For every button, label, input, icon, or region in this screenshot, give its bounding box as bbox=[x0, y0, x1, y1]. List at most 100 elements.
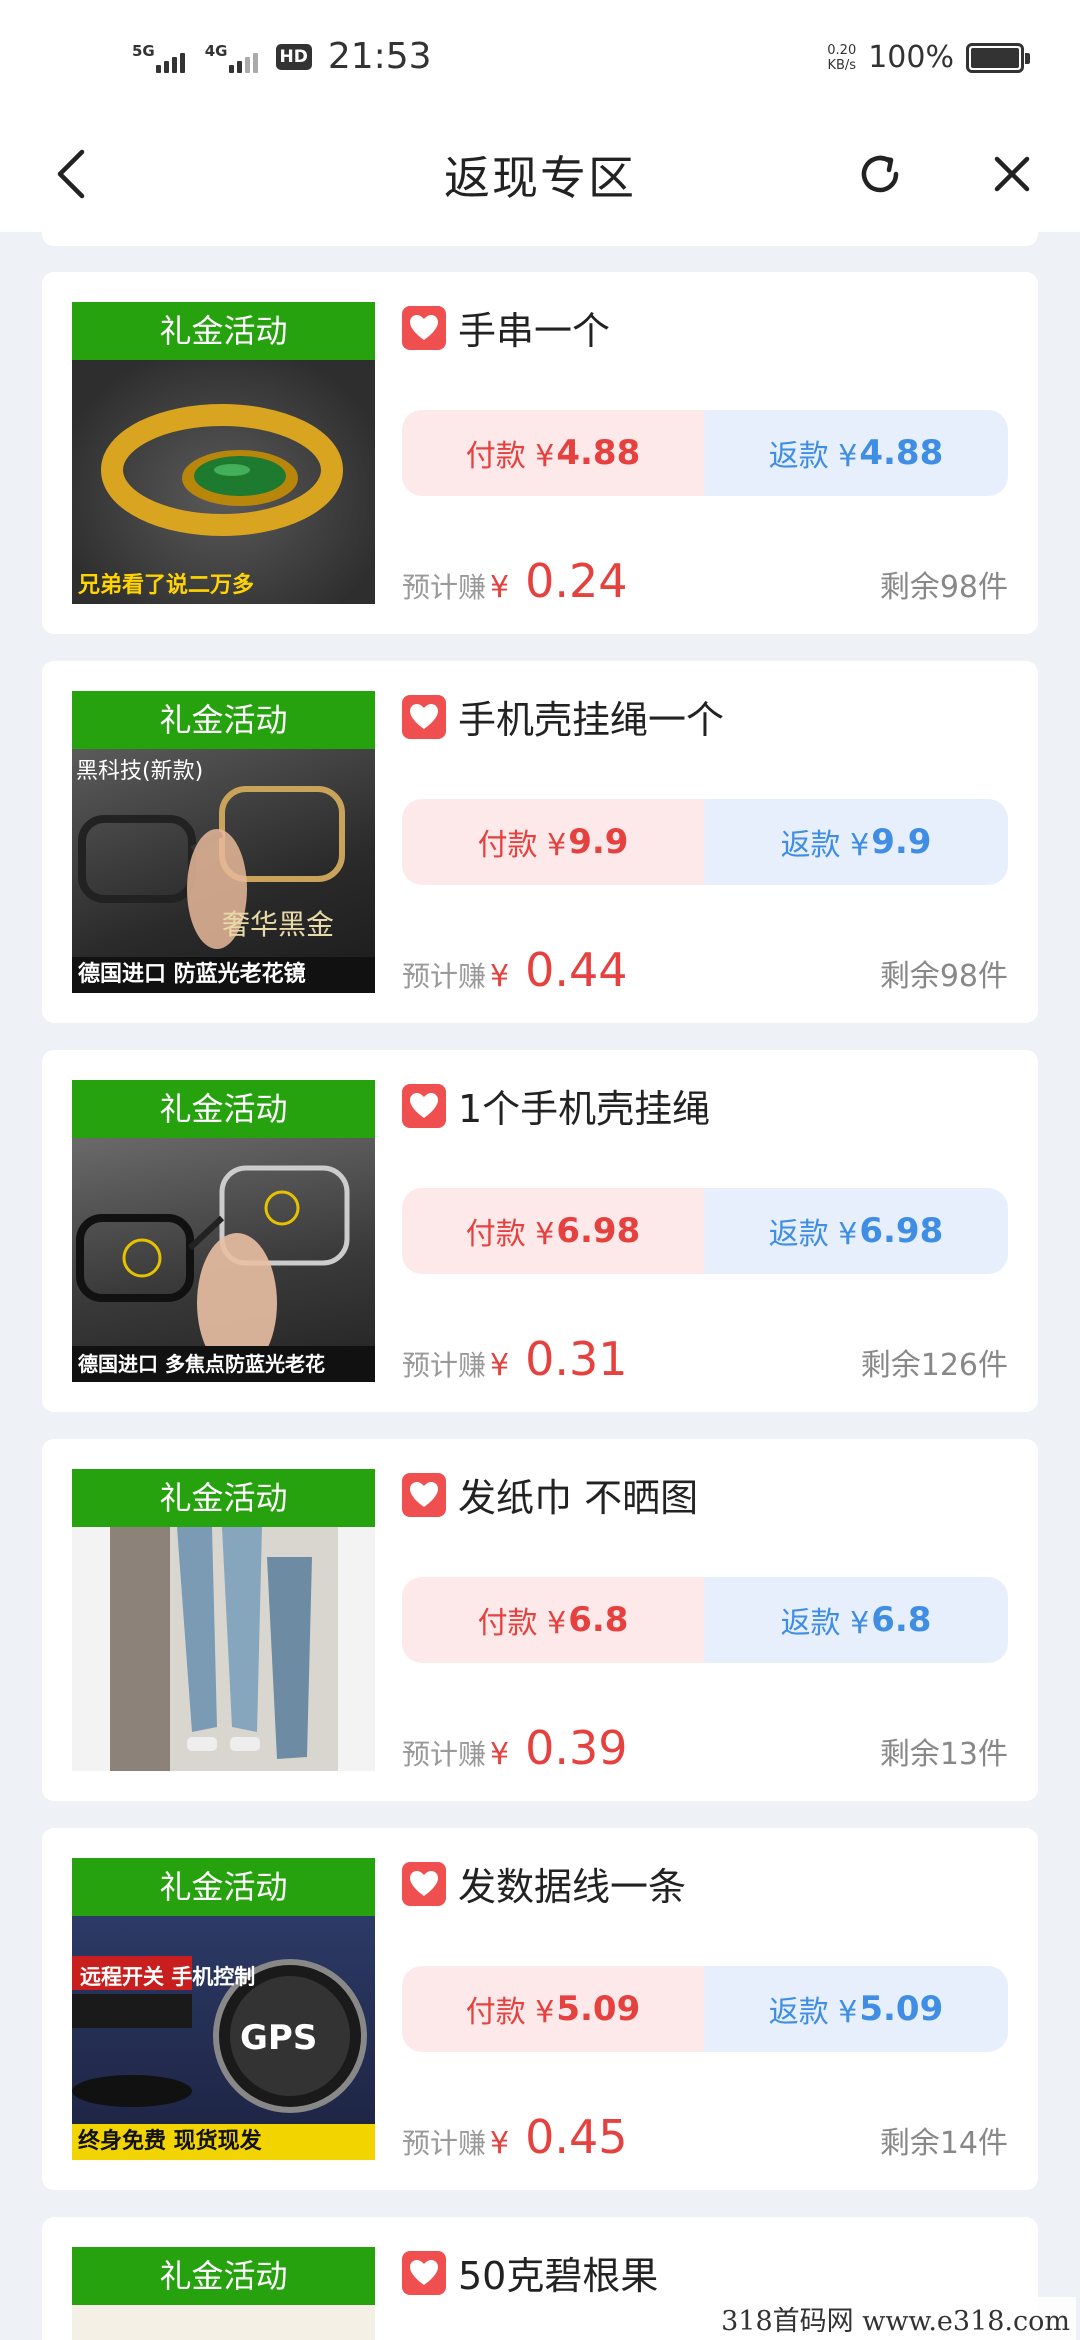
pay-value: 9.9 bbox=[568, 822, 629, 862]
image-caption-top: 黑科技(新款) bbox=[76, 759, 204, 784]
refund-amount: 返款 ¥5.09 bbox=[704, 1966, 1008, 2052]
refund-value: 6.8 bbox=[871, 1600, 932, 1640]
pay-amount: 付款 ¥6.8 bbox=[402, 1577, 704, 1663]
stock-label: 剩余 bbox=[860, 1348, 921, 1383]
product-title: 1个手机壳挂绳 bbox=[458, 1087, 711, 1131]
price-box: 付款 ¥9.9 返款 ¥9.9 bbox=[402, 799, 1008, 885]
earn-value: 0.39 bbox=[525, 1721, 628, 1775]
product-image: 奢华黑金 礼金活动 黑科技(新款) 德国进口 防蓝光老花镜 bbox=[72, 691, 375, 993]
stock-remaining: 剩余126件 bbox=[861, 1340, 1008, 1384]
heart-icon bbox=[402, 2251, 446, 2295]
close-button[interactable] bbox=[982, 144, 1042, 204]
product-image: 礼金活动 bbox=[72, 2247, 375, 2340]
image-caption: 德国进口 多焦点防蓝光老花 bbox=[72, 1346, 375, 1382]
promo-tag: 礼金活动 bbox=[72, 1080, 375, 1138]
price-box: 付款 ¥6.98 返款 ¥6.98 bbox=[402, 1188, 1008, 1274]
stock-label: 剩余 bbox=[879, 570, 940, 605]
refund-amount: 返款 ¥9.9 bbox=[704, 799, 1008, 885]
product-title: 50克碧根果 bbox=[458, 2254, 659, 2298]
pay-value: 4.88 bbox=[556, 433, 641, 473]
network-speed: 0.20 KB/s bbox=[827, 43, 856, 73]
price-box: 付款 ¥4.88 返款 ¥4.88 bbox=[402, 410, 1008, 496]
network-speed-value: 0.20 bbox=[827, 42, 857, 58]
status-left: 5G 4G HD 21:53 bbox=[132, 36, 432, 77]
pay-value: 5.09 bbox=[556, 1989, 641, 2029]
stock-remaining: 剩余98件 bbox=[880, 951, 1008, 995]
earn-yen: ¥ bbox=[490, 570, 510, 605]
product-card[interactable]: 礼金活动 兄弟看了说二万多 手串一个 付款 ¥4.88 返款 ¥4.88 预计赚… bbox=[42, 272, 1038, 634]
pay-label: 付款 ¥ bbox=[477, 1606, 567, 1641]
promo-tag: 礼金活动 bbox=[72, 1858, 375, 1916]
watermark: 318首码网 www.e318.com bbox=[715, 2297, 1076, 2340]
heart-icon bbox=[402, 1084, 446, 1128]
refund-value: 4.88 bbox=[859, 433, 944, 473]
promo-tag: 礼金活动 bbox=[72, 1469, 375, 1527]
pay-amount: 付款 ¥6.98 bbox=[402, 1188, 704, 1274]
page-title: 返现专区 bbox=[444, 151, 636, 205]
pay-label: 付款 ¥ bbox=[465, 1995, 555, 2030]
heart-icon bbox=[402, 306, 446, 350]
refund-label: 返款 ¥ bbox=[780, 828, 870, 863]
earn-label: 预计赚 bbox=[402, 1738, 487, 1771]
product-card[interactable]: 礼金活动 德国进口 多焦点防蓝光老花 1个手机壳挂绳 付款 ¥6.98 返款 ¥… bbox=[42, 1050, 1038, 1412]
earn-label: 预计赚 bbox=[402, 571, 487, 604]
refund-value: 6.98 bbox=[859, 1211, 944, 1251]
product-image: 礼金活动 bbox=[72, 1469, 375, 1771]
refund-label: 返款 ¥ bbox=[768, 1217, 858, 1252]
product-card[interactable]: 奢华黑金 礼金活动 黑科技(新款) 德国进口 防蓝光老花镜 手机壳挂绳一个 付款… bbox=[42, 661, 1038, 1023]
estimated-earnings: 预计赚 ¥ 0.45 bbox=[402, 2110, 628, 2164]
promo-tag: 礼金活动 bbox=[72, 302, 375, 360]
signal-4g-icon: 4G bbox=[205, 41, 258, 73]
earn-label: 预计赚 bbox=[402, 960, 487, 993]
product-card[interactable]: 礼金活动 远程开关 手机控制 GPS 终身免费 现货现发 发数据线一条 付款 ¥… bbox=[42, 1828, 1038, 2190]
refund-label: 返款 ¥ bbox=[780, 1606, 870, 1641]
earn-yen: ¥ bbox=[490, 959, 510, 994]
status-right: 0.20 KB/s 100% bbox=[827, 40, 1030, 75]
product-title: 发数据线一条 bbox=[458, 1865, 687, 1909]
refund-value: 9.9 bbox=[871, 822, 932, 862]
refund-amount: 返款 ¥6.8 bbox=[704, 1577, 1008, 1663]
earn-value: 0.31 bbox=[525, 1332, 628, 1386]
stock-count: 126件 bbox=[920, 1348, 1008, 1383]
stock-label: 剩余 bbox=[879, 2126, 940, 2161]
battery-percent: 100% bbox=[868, 40, 954, 75]
heart-icon bbox=[402, 695, 446, 739]
product-title: 手机壳挂绳一个 bbox=[458, 698, 725, 742]
pay-label: 付款 ¥ bbox=[465, 1217, 555, 1252]
product-card[interactable]: 礼金活动 发纸巾 不晒图 付款 ¥6.8 返款 ¥6.8 预计赚 ¥ 0.39 … bbox=[42, 1439, 1038, 1801]
earn-value: 0.24 bbox=[525, 554, 628, 608]
image-caption-top: 远程开关 手机控制 bbox=[80, 1965, 256, 1989]
refresh-button[interactable] bbox=[850, 144, 910, 204]
earn-label: 预计赚 bbox=[402, 2127, 487, 2160]
earn-label: 预计赚 bbox=[402, 1349, 487, 1382]
stock-remaining: 剩余13件 bbox=[880, 1729, 1008, 1773]
pay-label: 付款 ¥ bbox=[477, 828, 567, 863]
stock-remaining: 剩余98件 bbox=[880, 562, 1008, 606]
jeans-image bbox=[110, 1527, 338, 1771]
pay-value: 6.8 bbox=[568, 1600, 629, 1640]
clock: 21:53 bbox=[327, 36, 432, 77]
product-image: 礼金活动 兄弟看了说二万多 bbox=[72, 302, 375, 604]
stock-count: 14件 bbox=[939, 2126, 1008, 2161]
pay-amount: 付款 ¥4.88 bbox=[402, 410, 704, 496]
refresh-icon bbox=[861, 155, 899, 193]
stock-label: 剩余 bbox=[879, 959, 940, 994]
heart-icon bbox=[402, 1473, 446, 1517]
signal-5g-icon: 5G bbox=[132, 41, 185, 73]
stock-count: 13件 bbox=[939, 1737, 1008, 1772]
previous-card-edge bbox=[42, 232, 1038, 246]
nav-bar: 返现专区 bbox=[0, 120, 1080, 232]
product-image: 礼金活动 远程开关 手机控制 GPS 终身免费 现货现发 bbox=[72, 1858, 375, 2160]
promo-tag: 礼金活动 bbox=[72, 2247, 375, 2305]
pay-value: 6.98 bbox=[556, 1211, 641, 1251]
hd-voice-icon: HD bbox=[275, 43, 312, 70]
gps-badge-text: GPS bbox=[240, 2018, 318, 2058]
refund-label: 返款 ¥ bbox=[768, 1995, 858, 2030]
refund-amount: 返款 ¥6.98 bbox=[704, 1188, 1008, 1274]
stock-count: 98件 bbox=[939, 570, 1008, 605]
product-image: 礼金活动 德国进口 多焦点防蓝光老花 bbox=[72, 1080, 375, 1382]
image-caption: 德国进口 防蓝光老花镜 bbox=[72, 957, 375, 993]
stock-label: 剩余 bbox=[879, 1737, 940, 1772]
signal-5g-label: 5G bbox=[132, 41, 155, 60]
pay-amount: 付款 ¥9.9 bbox=[402, 799, 704, 885]
